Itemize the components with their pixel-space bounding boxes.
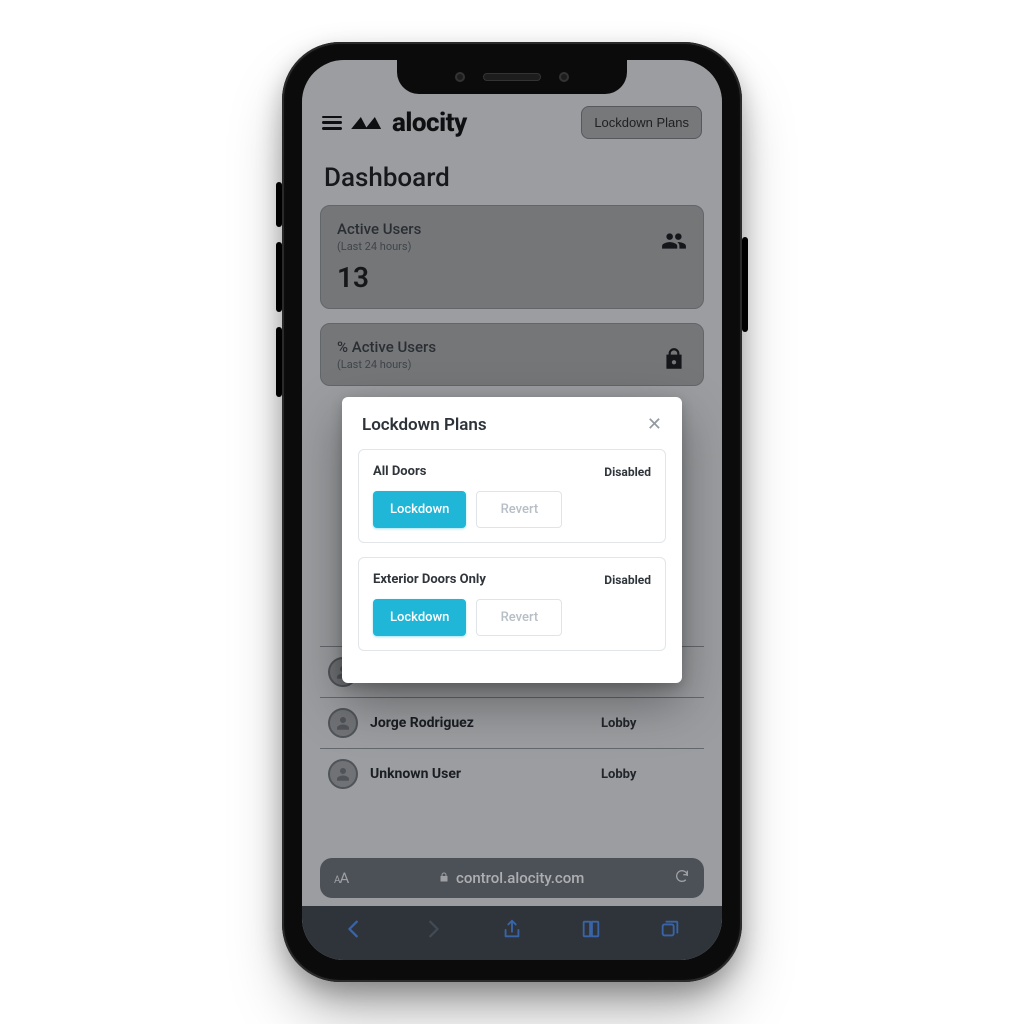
earpiece-speaker [483,73,541,81]
mute-switch [276,182,282,227]
notch [397,60,627,94]
modal-overlay[interactable]: Lockdown Plans ✕ All Doors Disabled Lock… [302,60,722,960]
front-camera [455,72,465,82]
plan-name: Exterior Doors Only [373,572,486,587]
power-button [742,237,748,332]
close-icon[interactable]: ✕ [647,416,662,434]
revert-button[interactable]: Revert [476,491,562,528]
plan-status: Disabled [604,465,651,479]
lockdown-plans-modal: Lockdown Plans ✕ All Doors Disabled Lock… [342,397,682,683]
plan-status: Disabled [604,573,651,587]
revert-button[interactable]: Revert [476,599,562,636]
phone-frame: alocity Lockdown Plans Dashboard Active … [282,42,742,982]
plan-name: All Doors [373,464,426,479]
volume-down-button [276,327,282,397]
plan-card: Exterior Doors Only Disabled Lockdown Re… [358,557,666,651]
lockdown-button[interactable]: Lockdown [373,491,466,528]
screen: alocity Lockdown Plans Dashboard Active … [302,60,722,960]
plan-card: All Doors Disabled Lockdown Revert [358,449,666,543]
lockdown-button[interactable]: Lockdown [373,599,466,636]
sensor-dot [559,72,569,82]
modal-title: Lockdown Plans [362,415,487,435]
volume-up-button [276,242,282,312]
